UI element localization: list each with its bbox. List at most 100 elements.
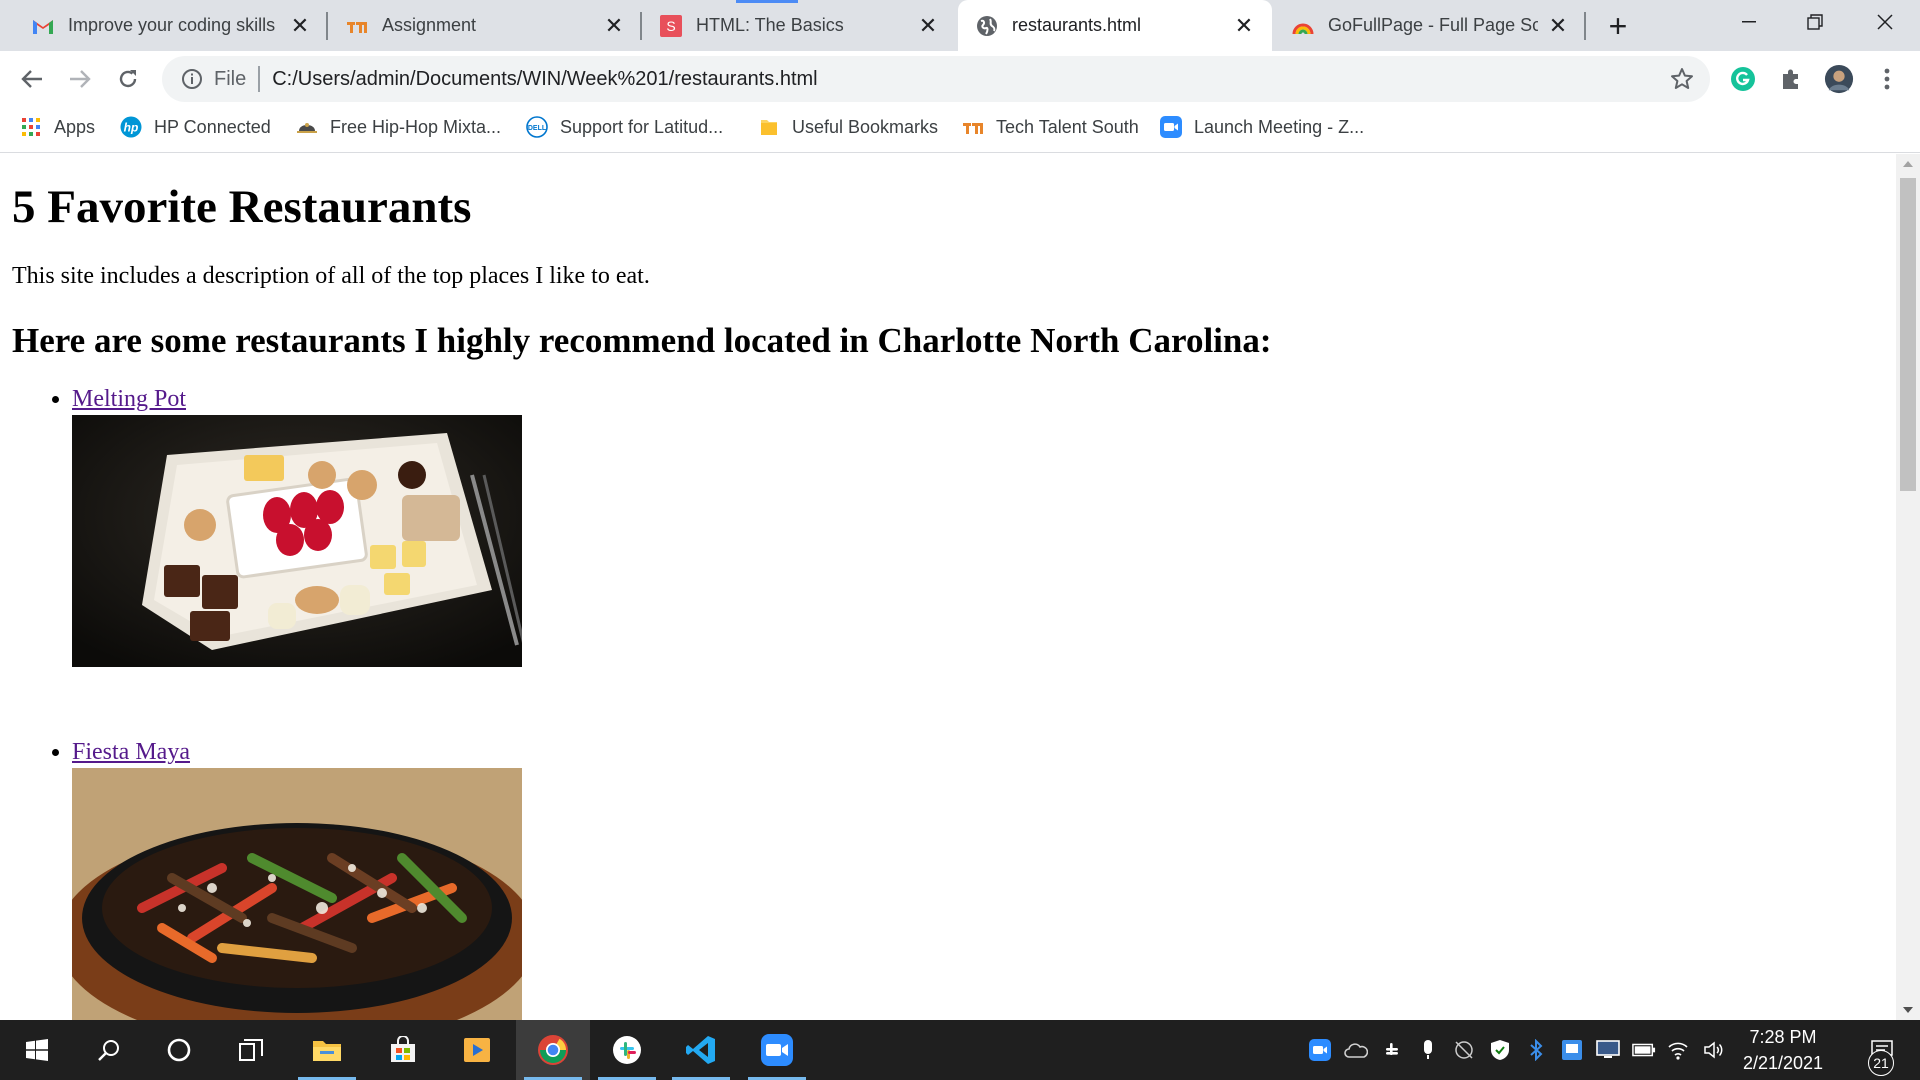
- location-off-icon[interactable]: [1452, 1038, 1476, 1062]
- zoom-tray-icon[interactable]: [1308, 1038, 1332, 1062]
- monitor-icon[interactable]: [1596, 1038, 1620, 1062]
- bluetooth-icon[interactable]: [1524, 1038, 1548, 1062]
- system-clock[interactable]: 7:28 PM 2/21/2021: [1718, 1024, 1848, 1076]
- tab-separator: [1584, 12, 1586, 40]
- zoom-icon[interactable]: [740, 1020, 814, 1080]
- svg-text:S: S: [666, 18, 675, 34]
- microphone-icon[interactable]: [1416, 1038, 1440, 1062]
- clock-date: 2/21/2021: [1742, 1053, 1824, 1073]
- list-item: Melting Pot: [72, 386, 1884, 668]
- bookmark-tech-talent-south[interactable]: Tech Talent South: [962, 107, 1139, 147]
- task-view-icon[interactable]: [214, 1020, 288, 1080]
- tab-title: Assignment: [382, 15, 477, 35]
- store-icon[interactable]: [366, 1020, 440, 1080]
- sizzling-fajitas-image: [72, 768, 522, 1020]
- display-settings-icon[interactable]: [1560, 1038, 1584, 1062]
- bookmark-star-icon[interactable]: [1670, 67, 1694, 91]
- battery-icon[interactable]: [1632, 1038, 1656, 1062]
- forward-arrow-icon: [70, 70, 91, 88]
- close-tab-icon[interactable]: ✕: [602, 13, 626, 38]
- bookmark-label: Free Hip-Hop Mixta...: [330, 116, 502, 137]
- restore-button[interactable]: [1782, 0, 1848, 44]
- tab-assignment[interactable]: Assignment ✕: [328, 0, 642, 51]
- restaurant-link-melting-pot[interactable]: Melting Pot: [72, 386, 186, 412]
- close-tab-icon[interactable]: ✕: [288, 13, 312, 38]
- minimize-button[interactable]: [1716, 0, 1782, 44]
- back-button[interactable]: [14, 61, 50, 97]
- bookmark-hp-connected[interactable]: hp HP Connected: [120, 107, 271, 147]
- cortana-icon[interactable]: [142, 1020, 216, 1080]
- notification-count-badge: 21: [1868, 1050, 1894, 1076]
- slack-tray-icon[interactable]: [1380, 1038, 1404, 1062]
- clock-time: 7:28 PM: [1749, 1027, 1817, 1047]
- tab-gofullpage[interactable]: GoFullPage - Full Page Scre ✕: [1274, 0, 1586, 51]
- dessert-fondue-image: [72, 415, 522, 668]
- apps-grid-icon: [20, 116, 42, 138]
- reload-icon: [119, 70, 137, 88]
- restaurant-link-fiesta-maya[interactable]: Fiesta Maya: [72, 739, 190, 765]
- scroll-down-arrow-icon[interactable]: [1896, 1000, 1920, 1020]
- close-icon: [1877, 14, 1893, 30]
- onedrive-icon[interactable]: [1344, 1038, 1368, 1062]
- mixtape-icon: [296, 116, 318, 138]
- bookmarks-bar: Apps hp HP Connected Free Hip-Hop Mixta.…: [0, 107, 1920, 153]
- svg-text:hp: hp: [124, 121, 139, 135]
- hp-icon: hp: [120, 116, 142, 138]
- gmail-icon: [32, 15, 54, 37]
- bookmark-label: Launch Meeting - Z...: [1194, 116, 1365, 137]
- reload-button[interactable]: [110, 61, 146, 97]
- close-tab-icon[interactable]: ✕: [1232, 13, 1256, 38]
- vscode-icon[interactable]: [664, 1020, 738, 1080]
- tab-gmail[interactable]: Improve your coding skills w ✕: [14, 0, 328, 51]
- bookmark-mixtapes[interactable]: Free Hip-Hop Mixta...: [296, 107, 501, 147]
- vertical-scrollbar[interactable]: [1896, 154, 1920, 1020]
- info-icon[interactable]: [180, 67, 204, 91]
- close-tab-icon[interactable]: ✕: [1546, 13, 1570, 38]
- page-content: 5 Favorite Restaurants This site include…: [0, 181, 1896, 1020]
- url-text[interactable]: C:/Users/admin/Documents/WIN/Week%201/re…: [272, 68, 817, 91]
- security-shield-icon[interactable]: [1488, 1038, 1512, 1062]
- tab-html-basics[interactable]: S HTML: The Basics ✕: [642, 0, 956, 51]
- wifi-icon[interactable]: [1666, 1038, 1690, 1062]
- folder-icon: [758, 116, 780, 138]
- file-explorer-icon[interactable]: [290, 1020, 364, 1080]
- gofullpage-icon: [1292, 15, 1314, 37]
- puzzle-icon[interactable]: [1776, 64, 1806, 94]
- chrome-icon[interactable]: [516, 1020, 590, 1080]
- browser-toolbar: File C:/Users/admin/Documents/WIN/Week%2…: [0, 51, 1920, 107]
- menu-kebab-icon[interactable]: [1872, 64, 1902, 94]
- back-arrow-icon: [21, 70, 42, 88]
- new-tab-button[interactable]: +: [1600, 8, 1636, 44]
- page-viewport: 5 Favorite Restaurants This site include…: [0, 154, 1896, 1020]
- close-window-button[interactable]: [1852, 0, 1918, 44]
- bookmark-label: HP Connected: [154, 116, 271, 137]
- media-player-icon[interactable]: [440, 1020, 514, 1080]
- bookmark-apps[interactable]: Apps: [20, 107, 95, 147]
- zoom-icon: [1160, 116, 1182, 138]
- tab-restaurants[interactable]: restaurants.html ✕: [958, 0, 1272, 51]
- s-icon: S: [660, 14, 682, 37]
- bookmark-dell-support[interactable]: DELL Support for Latitud...: [526, 107, 723, 147]
- bookmark-folder-useful[interactable]: Useful Bookmarks: [758, 107, 938, 147]
- grammarly-icon[interactable]: [1728, 64, 1758, 94]
- address-bar[interactable]: File C:/Users/admin/Documents/WIN/Week%2…: [162, 56, 1710, 102]
- omnibox-divider: [258, 66, 261, 92]
- close-tab-icon[interactable]: ✕: [916, 13, 940, 38]
- tab-title: restaurants.html: [1012, 15, 1142, 35]
- bookmark-label: Tech Talent South: [996, 116, 1139, 137]
- slack-icon[interactable]: [590, 1020, 664, 1080]
- restaurant-list: Melting Pot: [12, 386, 1884, 1020]
- url-scheme-label: File: [214, 67, 247, 90]
- scroll-up-arrow-icon[interactable]: [1896, 154, 1920, 174]
- bookmark-label: Apps: [54, 116, 96, 137]
- tts-icon: [346, 15, 368, 37]
- bookmark-zoom-meeting[interactable]: Launch Meeting - Z...: [1160, 107, 1364, 147]
- windows-start-icon[interactable]: [0, 1020, 74, 1080]
- search-icon[interactable]: [72, 1020, 146, 1080]
- list-item: Fiesta Maya: [72, 739, 1884, 1020]
- avatar[interactable]: [1824, 64, 1854, 94]
- scrollbar-thumb[interactable]: [1900, 178, 1916, 491]
- svg-text:DELL: DELL: [528, 125, 547, 132]
- tab-title: Improve your coding skills w: [68, 15, 280, 35]
- forward-button[interactable]: [62, 61, 98, 97]
